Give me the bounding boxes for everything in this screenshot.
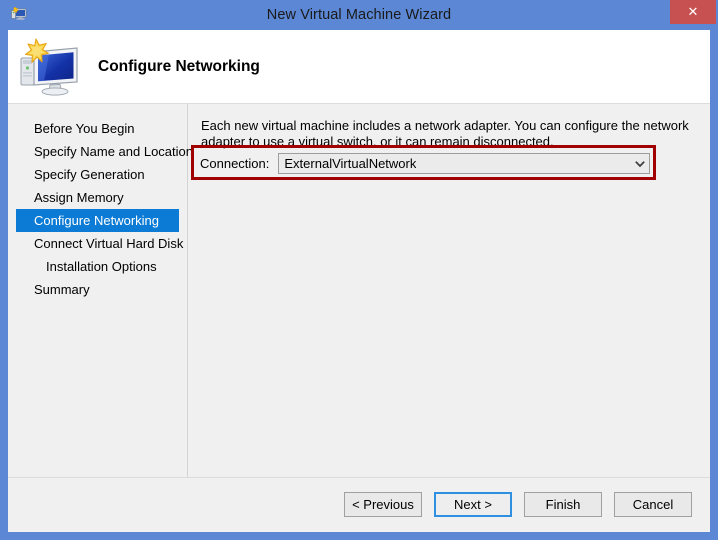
- previous-button[interactable]: < Previous: [344, 492, 422, 517]
- connection-label: Connection:: [200, 156, 270, 171]
- sidebar-item-summary[interactable]: Summary: [16, 278, 179, 301]
- wizard-steps-sidebar: Before You Begin Specify Name and Locatio…: [8, 104, 193, 477]
- chevron-down-icon[interactable]: [630, 154, 649, 173]
- connection-selected-value: ExternalVirtualNetwork: [284, 156, 417, 171]
- next-button[interactable]: Next >: [434, 492, 512, 517]
- finish-button[interactable]: Finish: [524, 492, 602, 517]
- wizard-footer: < Previous Next > Finish Cancel: [8, 477, 710, 531]
- sidebar-item-specify-name-and-location[interactable]: Specify Name and Location: [16, 140, 193, 163]
- connection-dropdown[interactable]: ExternalVirtualNetwork: [278, 153, 651, 174]
- description-text: Each new virtual machine includes a netw…: [201, 118, 689, 149]
- title-bar: New Virtual Machine Wizard ✕: [8, 0, 716, 30]
- vm-wizard-icon: [10, 5, 28, 23]
- wizard-body: Before You Begin Specify Name and Locatio…: [8, 104, 710, 477]
- wizard-header: Configure Networking: [8, 30, 710, 104]
- client-area: Configure Networking Before You Begin Spe…: [8, 30, 710, 532]
- sidebar-item-connect-virtual-hard-disk[interactable]: Connect Virtual Hard Disk: [16, 232, 183, 255]
- main-content: Each new virtual machine includes a netw…: [188, 104, 710, 477]
- sidebar-item-before-you-begin[interactable]: Before You Begin: [16, 117, 179, 140]
- sidebar-item-configure-networking[interactable]: Configure Networking: [16, 209, 179, 232]
- page-title: Configure Networking: [98, 57, 260, 75]
- computer-monitor-icon: [16, 36, 84, 98]
- connection-row: Connection: ExternalVirtualNetwork: [200, 153, 651, 174]
- sidebar-item-specify-generation[interactable]: Specify Generation: [16, 163, 179, 186]
- sidebar-item-assign-memory[interactable]: Assign Memory: [16, 186, 179, 209]
- wizard-window: New Virtual Machine Wizard ✕ Configure N…: [0, 0, 718, 540]
- window-title: New Virtual Machine Wizard: [266, 7, 452, 23]
- sidebar-item-installation-options[interactable]: Installation Options: [16, 255, 179, 278]
- cancel-button[interactable]: Cancel: [614, 492, 692, 517]
- close-icon[interactable]: ✕: [670, 0, 716, 24]
